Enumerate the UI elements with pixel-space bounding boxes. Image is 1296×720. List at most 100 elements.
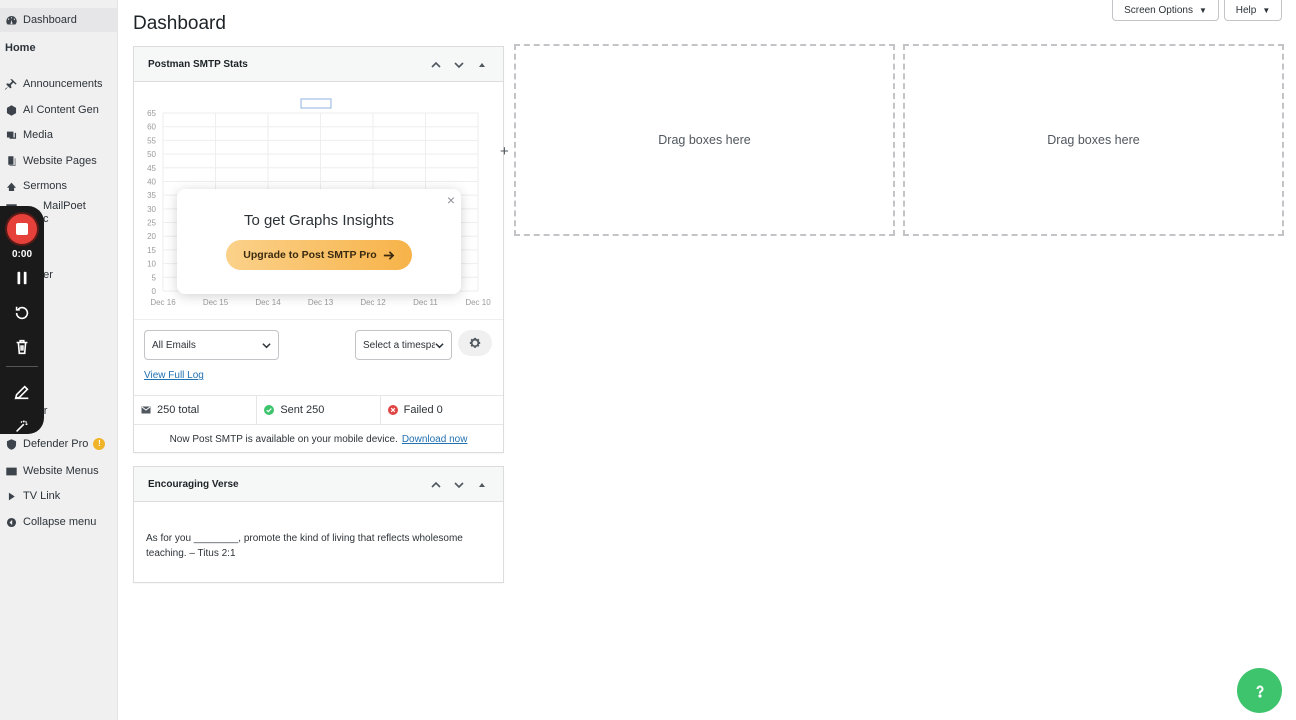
widget-header[interactable]: Postman SMTP Stats <box>134 47 503 82</box>
stat-total-label: 250 total <box>157 404 200 416</box>
sidebar-item-sermons[interactable]: Sermons <box>0 174 118 198</box>
menus-icon <box>4 464 18 478</box>
settings-button[interactable] <box>458 330 492 356</box>
chart-x-tick-label: Dec 12 <box>360 298 386 307</box>
delete-recording-button[interactable] <box>12 337 32 357</box>
close-popup-button[interactable]: × <box>447 192 455 208</box>
sidebar-item-dashboard[interactable]: Dashboard <box>0 8 118 32</box>
drop-zone[interactable]: Drag boxes here <box>903 44 1284 236</box>
drop-zone[interactable]: Drag boxes here <box>514 44 895 236</box>
stop-recording-button[interactable] <box>7 214 37 244</box>
play-icon <box>4 489 18 503</box>
move-down-button[interactable] <box>452 478 466 492</box>
encouraging-verse-widget: Encouraging Verse As for you ________, p… <box>133 466 504 583</box>
timespan-select[interactable]: Select a timespan <box>355 330 452 360</box>
sidebar-item-home[interactable]: Home <box>0 36 118 60</box>
triangle-up-icon <box>479 63 485 67</box>
screen-options-button[interactable]: Screen Options ▼ <box>1112 0 1219 21</box>
help-button[interactable]: Help ▼ <box>1224 0 1282 21</box>
chart-x-tick-label: Dec 10 <box>465 298 491 307</box>
email-filter-value: All Emails <box>152 339 196 351</box>
mobile-availability-note: Now Post SMTP is available on your mobil… <box>134 425 503 453</box>
sidebar-item-label: TV Link <box>23 490 61 502</box>
sidebar-item-website-pages[interactable]: Website Pages <box>0 149 118 173</box>
move-up-button[interactable] <box>429 58 443 72</box>
media-icon <box>4 128 18 142</box>
chevron-up-icon <box>431 481 441 488</box>
stat-failed: Failed 0 <box>381 396 503 424</box>
page-title: Dashboard <box>133 13 226 34</box>
upgrade-pro-button[interactable]: Upgrade to Post SMTP Pro <box>226 240 412 270</box>
toggle-panel-button[interactable] <box>475 478 489 492</box>
stat-failed-label: Failed 0 <box>403 404 443 416</box>
sidebar-item-label: Dashboard <box>23 14 77 26</box>
chart-y-tick-label: 40 <box>147 177 156 186</box>
effects-button[interactable] <box>12 416 32 436</box>
chart-y-tick-label: 30 <box>147 205 156 214</box>
sidebar-item-website-menus[interactable]: Website Menus <box>0 459 118 483</box>
sidebar-item-collapse-menu[interactable]: Collapse menu <box>0 510 118 534</box>
chevron-down-icon <box>454 62 464 69</box>
toggle-panel-button[interactable] <box>475 58 489 72</box>
popup-title: To get Graphs Insights <box>243 212 395 229</box>
chart-y-tick-label: 45 <box>147 164 156 173</box>
view-full-log-link[interactable]: View Full Log <box>144 370 204 381</box>
move-down-button[interactable] <box>452 58 466 72</box>
chart-y-tick-label: 25 <box>147 219 156 228</box>
restart-button[interactable] <box>12 303 32 323</box>
move-up-button[interactable] <box>429 478 443 492</box>
sidebar-item-label: AI Content Gen <box>23 104 99 116</box>
sidebar-item-label: MailPoet <box>43 200 86 212</box>
gear-icon <box>469 337 481 348</box>
chart-x-tick-label: Dec 16 <box>150 298 176 307</box>
chart-legend-box <box>300 98 332 109</box>
sidebar-item-media[interactable]: Media <box>0 123 118 147</box>
chart-y-tick-label: 10 <box>147 260 156 269</box>
stat-sent-label: Sent 250 <box>280 404 325 416</box>
chevron-down-icon <box>454 482 464 489</box>
verse-text: As for you ________, promote the kind of… <box>134 502 503 561</box>
sidebar-item-tv-link[interactable]: TV Link <box>0 484 118 508</box>
stat-sent: Sent 250 <box>257 396 381 424</box>
pencil-icon <box>14 385 29 400</box>
download-now-link[interactable]: Download now <box>402 434 468 445</box>
widget-header[interactable]: Encouraging Verse <box>134 467 503 502</box>
pin-icon <box>4 77 18 91</box>
smtp-summary: 250 total Sent 250 Failed 0 <box>134 395 503 425</box>
widget-title: Encouraging Verse <box>148 478 239 490</box>
screen-recorder-toolbar: 0:00 <box>0 206 44 434</box>
chart-y-tick-label: 15 <box>147 246 156 255</box>
sidebar-item-label: Sermons <box>23 180 68 192</box>
caret-down-icon: ▼ <box>1262 5 1271 15</box>
chart-x-tick-label: Dec 11 <box>413 298 438 307</box>
sidebar-item-label: Website Menus <box>23 465 99 477</box>
dashboard-icon <box>4 13 18 27</box>
email-filter-select[interactable]: All Emails <box>144 330 279 360</box>
verse-line: As for you ________, promote the kind of… <box>146 533 463 544</box>
upgrade-label: Upgrade to Post SMTP Pro <box>243 249 377 261</box>
triangle-up-icon <box>479 483 485 487</box>
sidebar-item-label: Website Pages <box>23 155 97 167</box>
chart-y-tick-label: 0 <box>152 287 157 296</box>
recording-timer: 0:00 <box>11 249 32 260</box>
sermons-icon <box>4 179 18 193</box>
help-chat-button[interactable] <box>1237 668 1282 713</box>
sidebar-item-announcements[interactable]: Announcements <box>0 72 118 96</box>
chevron-down-icon <box>435 341 444 353</box>
pause-icon <box>17 271 27 285</box>
sidebar-item-ai-content-gen[interactable]: AI Content Gen <box>0 98 118 122</box>
verse-line: teaching. – Titus 2:1 <box>146 548 236 559</box>
x-circle-icon <box>387 405 398 415</box>
chart-y-tick-label: 60 <box>147 123 156 132</box>
pause-button[interactable] <box>12 268 32 288</box>
chart-x-tick-label: Dec 15 <box>203 298 229 307</box>
restart-icon <box>15 306 29 320</box>
arrow-right-icon <box>383 250 395 260</box>
chart-y-tick-label: 55 <box>147 136 156 145</box>
chevron-down-icon <box>262 341 271 353</box>
widget-title: Postman SMTP Stats <box>148 58 248 70</box>
mobile-note-text: Now Post SMTP is available on your mobil… <box>169 433 398 445</box>
draw-button[interactable] <box>12 382 32 402</box>
ai-icon <box>4 103 18 117</box>
toolbar-divider <box>6 366 38 367</box>
